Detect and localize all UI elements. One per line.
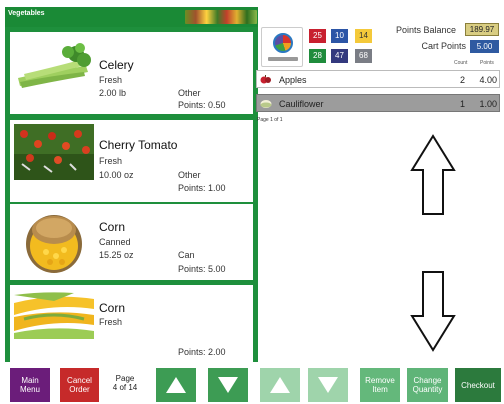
myplate-logo-icon: [261, 27, 303, 67]
product-points: Points: 0.50: [178, 100, 226, 110]
product-card-celery[interactable]: Celery Fresh 2.00 lb Other Points: 0.50: [10, 32, 253, 114]
cart-list: Apples 2 4.00 Cauliflower 1 1.00: [256, 68, 500, 116]
pantry-ordering-screen: Vegetables Celery Fresh 2.00 lb Other Po…: [0, 0, 504, 404]
products-page-down-button[interactable]: [208, 368, 248, 402]
product-card-corn-fresh[interactable]: Corn Fresh Points: 2.00: [10, 285, 253, 362]
product-form: Fresh: [99, 317, 123, 327]
products-page-up-button[interactable]: [156, 368, 196, 402]
product-card-corn-canned[interactable]: Corn Canned 15.25 oz Can Points: 5.00: [10, 204, 253, 280]
triangle-up-icon: [166, 377, 186, 393]
points-column-header: Points: [480, 60, 494, 66]
product-card-cherry-tomato[interactable]: Cherry Tomato Fresh 10.00 oz Other Point…: [10, 120, 253, 202]
arrow-down-icon[interactable]: [410, 270, 456, 352]
main-menu-button[interactable]: Main Menu: [10, 368, 50, 402]
cart-item-count: 1: [459, 99, 465, 109]
product-points: Points: 5.00: [178, 264, 226, 274]
food-group-badge: 14: [355, 29, 372, 43]
food-group-badge: 10: [331, 29, 348, 43]
category-banner-image: [185, 10, 257, 24]
product-quantity: 2.00 lb: [99, 88, 127, 98]
product-name: Corn: [99, 301, 126, 315]
cart-points-value: 5.00: [470, 40, 499, 53]
cart-item-points: 4.00: [479, 75, 497, 85]
cart-points-label: Cart Points: [421, 41, 466, 51]
logo-caption-bar: [268, 57, 298, 61]
cart-pager: Page 1 of 1: [257, 117, 283, 123]
cart-row-selected[interactable]: Cauliflower 1 1.00: [256, 94, 500, 112]
food-group-badge: 68: [355, 49, 372, 63]
product-quantity: 15.25 oz: [99, 250, 134, 260]
bottom-toolbar: Main Menu Cancel Order Page 4 of 14 Remo…: [0, 366, 504, 404]
product-quantity: 10.00 oz: [99, 170, 134, 180]
triangle-up-icon: [270, 377, 290, 393]
celery-image: [14, 38, 94, 96]
cherry-tomato-image: [14, 124, 94, 180]
cauliflower-icon: [260, 99, 272, 108]
product-panel: Vegetables Celery Fresh 2.00 lb Other Po…: [5, 7, 258, 362]
food-group-badge: 28: [309, 49, 326, 63]
product-name: Cherry Tomato: [99, 138, 178, 152]
product-category: Other: [178, 170, 201, 180]
cart-scroll-down-button[interactable]: [308, 368, 348, 402]
count-column-header: Count: [454, 60, 468, 66]
change-quantity-button[interactable]: Change Quantity: [407, 368, 448, 402]
cart-item-name: Cauliflower: [279, 99, 324, 109]
category-title: Vegetables: [8, 10, 45, 17]
plate-graphic: [273, 33, 293, 53]
product-category: Can: [178, 250, 195, 260]
apple-icon: [260, 75, 272, 84]
triangle-down-icon: [318, 377, 338, 393]
page-indicator: Page 4 of 14: [112, 374, 138, 392]
cart-item-count: 2: [459, 75, 465, 85]
canned-corn-image: [24, 210, 84, 274]
fresh-corn-image: [14, 289, 94, 339]
product-form: Fresh: [99, 156, 123, 166]
product-name: Celery: [99, 58, 134, 72]
product-points: Points: 2.00: [178, 347, 226, 357]
cart-row[interactable]: Apples 2 4.00: [256, 70, 500, 88]
food-group-badge: 47: [331, 49, 348, 63]
cart-scroll-up-button[interactable]: [260, 368, 300, 402]
remove-item-button[interactable]: Remove Item: [360, 368, 400, 402]
category-header: Vegetables: [5, 7, 258, 27]
product-form: Canned: [99, 237, 131, 247]
triangle-down-icon: [218, 377, 238, 393]
checkout-button[interactable]: Checkout: [455, 368, 501, 402]
product-category: Other: [178, 88, 201, 98]
product-name: Corn: [99, 220, 126, 234]
cancel-order-button[interactable]: Cancel Order: [60, 368, 99, 402]
arrow-up-icon[interactable]: [410, 134, 456, 216]
product-points: Points: 1.00: [178, 183, 226, 193]
food-group-badge: 25: [309, 29, 326, 43]
points-balance-label: Points Balance: [395, 25, 456, 35]
product-form: Fresh: [99, 75, 123, 85]
cart-item-points: 1.00: [479, 99, 497, 109]
points-balance-value: 189.97: [465, 23, 499, 36]
cart-item-name: Apples: [279, 75, 307, 85]
